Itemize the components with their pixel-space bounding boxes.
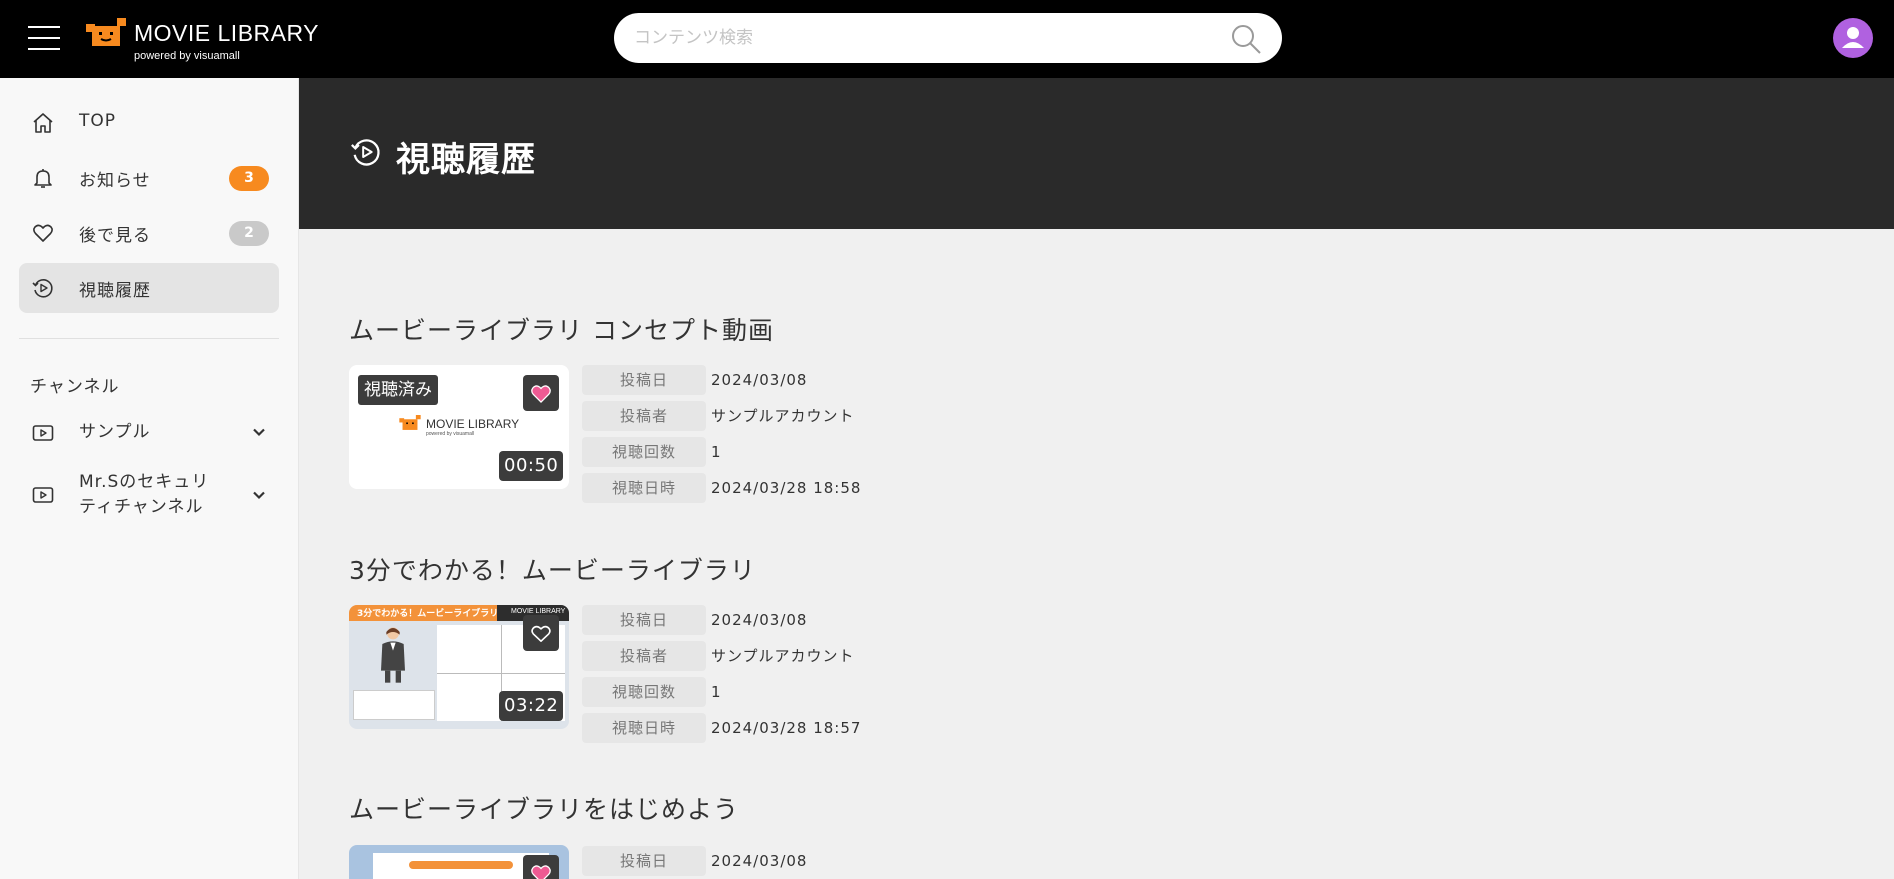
meta-label-posted-date: 投稿日 [582,605,706,635]
logo-title: MOVIE LIBRARY [134,20,320,46]
meta-value-view-count: 1 [711,443,722,461]
meta-label-poster: 投稿者 [582,401,706,431]
sidebar-item-label: TOP [79,111,117,131]
channel-section-label: チャンネル [30,377,120,397]
search-icon[interactable] [1230,23,1262,55]
watch-later-count-badge: 2 [229,221,269,246]
sidebar-item-label: お知らせ [79,171,151,191]
video-title[interactable]: ムービーライブラリ コンセプト動画 [349,311,774,347]
sidebar-item-top[interactable]: TOP [19,98,279,148]
top-bar: MOVIE LIBRARY powered by visuamall [0,0,1894,78]
home-icon [33,113,53,133]
sidebar-item-notifications[interactable]: お知らせ 3 [19,153,279,203]
meta-label-posted-date: 投稿日 [582,846,706,876]
history-icon [351,139,380,166]
meta-value-viewed-at: 2024/03/28 18:57 [711,719,862,737]
favorite-button[interactable] [523,375,559,411]
meta-value-viewed-at: 2024/03/28 18:58 [711,479,862,497]
video-thumbnail[interactable]: 3分でわかる！ムービーライブラリ MOVIE LIBRARY 03:22 [349,605,569,729]
sidebar-channel-security[interactable]: Mr.Sのセキュリ ティチャンネル [19,468,279,522]
logo-subtitle: powered by visuamall [134,50,240,62]
video-title[interactable]: 3分でわかる！ムービーライブラリ [349,551,756,587]
sidebar-channel-label-line2: ティチャンネル [79,497,204,517]
video-thumbnail[interactable] [349,845,569,879]
menu-icon[interactable] [28,24,60,52]
video-title[interactable]: ムービーライブラリをはじめよう [349,790,739,826]
meta-label-viewed-at: 視聴日時 [582,473,706,503]
meta-value-posted-date: 2024/03/08 [711,371,808,389]
bell-icon [34,169,52,188]
page-header: 視聴履歴 [299,78,1894,229]
page-title: 視聴履歴 [396,140,536,180]
thumbnail-logo-mark-icon [399,415,421,430]
search-input[interactable] [634,13,1214,63]
meta-label-posted-date: 投稿日 [582,365,706,395]
watched-badge: 視聴済み [358,375,438,405]
meta-value-posted-date: 2024/03/08 [711,611,808,629]
heart-filled-icon [531,865,551,879]
sidebar-item-label: 後で見る [79,226,151,246]
notification-count-badge: 3 [229,166,269,191]
heart-filled-icon [531,385,551,403]
thumbnail-slide-banner [409,861,513,869]
sidebar-channel-sample[interactable]: サンプル [19,412,279,452]
favorite-button[interactable] [523,855,559,879]
heart-outline-icon [531,625,551,642]
video-thumbnail[interactable]: MOVIE LIBRARY powered by visuamall 視聴済み … [349,365,569,489]
chevron-down-icon[interactable] [251,424,267,440]
meta-label-view-count: 視聴回数 [582,437,706,467]
sidebar-channel-label: サンプル [79,422,151,442]
user-icon [1842,27,1864,48]
meta-label-viewed-at: 視聴日時 [582,713,706,743]
presenter-figure-icon [381,627,405,683]
meta-value-poster: サンプルアカウント [711,407,855,425]
video-duration: 03:22 [499,691,564,721]
logo-mark-icon [86,18,126,46]
meta-value-poster: サンプルアカウント [711,647,855,665]
video-duration: 00:50 [499,451,564,481]
sidebar-item-history[interactable]: 視聴履歴 [19,263,279,313]
sidebar-channel-label-line1: Mr.Sのセキュリ [79,472,210,492]
sidebar-item-label: 視聴履歴 [79,281,151,301]
sidebar-item-watch-later[interactable]: 後で見る 2 [19,208,279,258]
thumbnail-logo-subtitle: powered by visuamall [426,431,475,437]
chevron-down-icon[interactable] [251,487,267,503]
meta-label-view-count: 視聴回数 [582,677,706,707]
heart-icon [33,224,53,242]
history-icon [32,279,53,298]
favorite-button[interactable] [523,615,559,651]
sidebar: TOP お知らせ 3 後で見る 2 視聴履歴 チャンネル サンプル Mr.Sのセ… [0,78,299,879]
thumbnail-logo-title: MOVIE LIBRARY [511,608,566,615]
meta-label-poster: 投稿者 [582,641,706,671]
search-bar [614,13,1282,63]
play-box-icon [32,425,54,441]
thumbnail-caption-box [353,690,435,720]
thumbnail-logo-title: MOVIE LIBRARY [426,417,520,431]
thumbnail-banner-text: 3分でわかる！ムービーライブラリ [357,609,499,619]
meta-value-posted-date: 2024/03/08 [711,852,808,870]
play-box-icon [32,487,54,503]
meta-value-view-count: 1 [711,683,722,701]
logo[interactable]: MOVIE LIBRARY powered by visuamall [86,14,319,64]
user-avatar[interactable] [1833,18,1873,58]
sidebar-divider [19,338,279,339]
